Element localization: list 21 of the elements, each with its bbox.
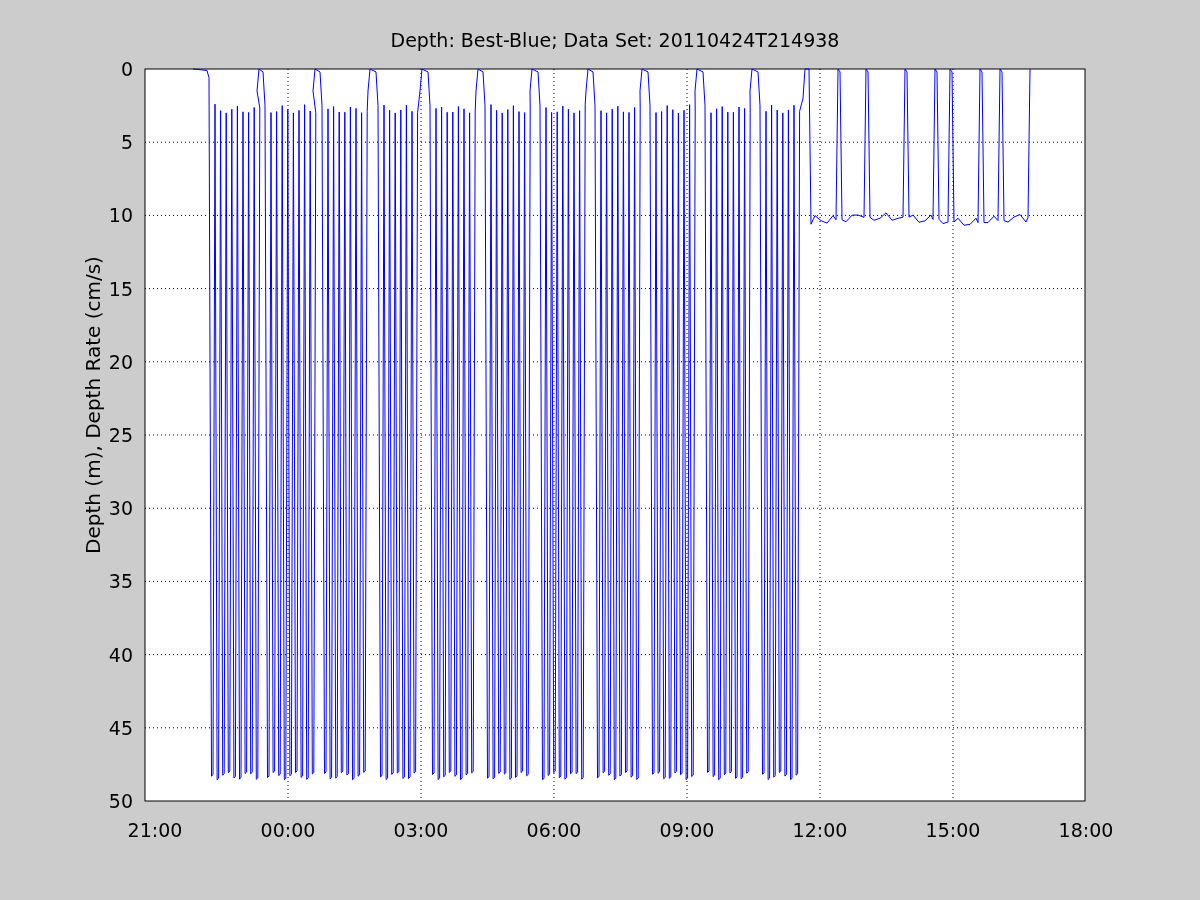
x-tick-label: 12:00: [792, 819, 848, 841]
y-tick-label: 0: [120, 58, 133, 80]
x-tick-label: 03:00: [393, 819, 449, 841]
y-axis-label: Depth (m), Depth Rate (cm/s): [81, 256, 105, 554]
y-tick-label: 45: [108, 716, 133, 739]
y-tick-label: 20: [108, 350, 133, 373]
x-tick-label: 00:00: [260, 819, 316, 841]
y-tick-label: 10: [108, 204, 133, 227]
x-tick-label: 21:00: [127, 819, 183, 841]
y-tick-label: 35: [108, 570, 133, 593]
x-tick-label: 18:00: [1058, 819, 1114, 841]
y-tick-label: 25: [108, 424, 133, 446]
x-tick-label: 15:00: [925, 819, 981, 841]
y-tick-label: 15: [108, 277, 133, 300]
y-tick-label: 50: [108, 790, 133, 812]
x-tick-label: 06:00: [526, 819, 582, 841]
y-tick-label: 5: [120, 131, 133, 154]
x-tick-label: 09:00: [659, 819, 715, 841]
y-tick-label: 40: [108, 643, 133, 666]
y-tick-label: 30: [108, 497, 133, 520]
chart-title: Depth: Best-Blue; Data Set: 20110424T214938: [390, 29, 840, 51]
